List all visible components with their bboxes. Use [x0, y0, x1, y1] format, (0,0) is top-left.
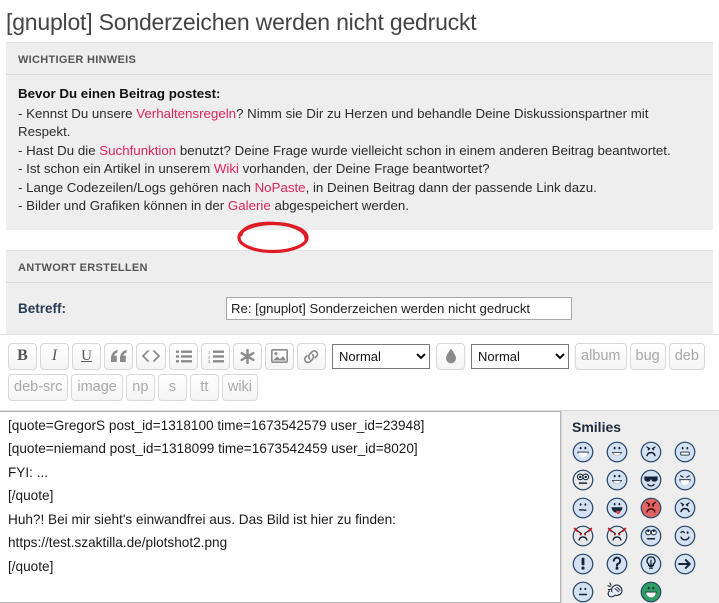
notice-text: - Lange Codezeilen/Logs gehören nach [18, 179, 255, 195]
notice-text: , in Deinen Beitrag dann der passende Li… [305, 179, 597, 195]
notice-line: - Ist schon ein Artikel in unserem Wiki … [18, 160, 701, 179]
smiley-surprised[interactable] [572, 469, 594, 491]
subject-label: Betreff: [18, 300, 67, 316]
smiley-smile[interactable] [606, 441, 628, 463]
smiley-tongue[interactable] [606, 497, 628, 519]
tt-button[interactable]: tt [189, 373, 219, 401]
notice-lead: Bevor Du einen Beitrag postest: [18, 86, 221, 101]
smiley-exclamation[interactable] [572, 553, 594, 575]
font-size-select[interactable]: Normal [332, 343, 430, 369]
smilies-panel: Smilies [561, 410, 719, 603]
smiley-tongue-grin[interactable] [674, 441, 696, 463]
bold-button[interactable]: B [8, 342, 37, 370]
np-button[interactable]: np [125, 373, 155, 401]
smiley-neutral2[interactable] [572, 581, 594, 603]
bug-button[interactable]: bug [629, 342, 666, 370]
notice-text: - Kennst Du unsere [18, 105, 137, 121]
message-textarea[interactable] [0, 410, 561, 603]
smilies-title: Smilies [572, 418, 622, 435]
notice-text: benutzt? Deine Frage wurde vielleicht sc… [176, 142, 671, 158]
notice-text: - Bilder und Grafiken können in der [18, 198, 228, 213]
deb-button[interactable]: deb [668, 342, 705, 370]
smiley-sad2[interactable] [674, 497, 696, 519]
underline-button[interactable]: U [72, 342, 101, 370]
notice-link-nopaste[interactable]: NoPaste [255, 180, 306, 195]
compose-reply-panel: ANTWORT ERSTELLEN Betreff: B I U 123 Normal N… [0, 249, 719, 603]
notice-line: - Bilder und Grafiken können in der Gale… [18, 197, 701, 216]
italic-button-label: I [51, 347, 58, 364]
page-title: [gnuplot] Sonderzeichen werden nicht ged… [6, 9, 477, 35]
smiley-angry[interactable] [640, 497, 662, 519]
svg-text:3: 3 [208, 359, 211, 363]
asterisk-icon[interactable] [233, 342, 262, 370]
s-button[interactable]: s [157, 373, 187, 401]
smiley-laugh[interactable] [674, 469, 696, 491]
deb-src-button[interactable]: deb-src [8, 373, 69, 401]
notice-text: - Ist schon ein Artikel in unserem [18, 161, 214, 176]
subject-input[interactable] [226, 296, 572, 320]
quote-icon[interactable] [104, 342, 133, 370]
notice-text: abgespeichert werden. [270, 198, 410, 213]
wiki-button[interactable]: wiki [221, 373, 259, 401]
unordered-list-icon[interactable] [169, 342, 198, 370]
editor-toolbar-row-2: deb-src image np s tt wiki [0, 373, 719, 411]
ordered-list-icon[interactable]: 123 [201, 342, 230, 370]
notice-line: - Kennst Du unsere Verhaltensregeln? Nim… [18, 105, 701, 142]
smiley-neutral[interactable] [606, 469, 628, 491]
smiley-question[interactable] [606, 553, 628, 575]
editor-zone: B I U 1 2 3 Normal Normal album bug deb deb-src ima… [0, 333, 719, 603]
font-size-select[interactable]: Normal [471, 343, 569, 369]
compose-header: ANTWORT ERSTELLEN [6, 251, 713, 283]
smiley-devil-red[interactable] [572, 525, 594, 547]
underline-button-label: U [81, 347, 92, 364]
link-icon[interactable] [297, 342, 326, 370]
image-icon[interactable] [265, 342, 294, 370]
notice-body: Bevor Du einen Beitrag postest: - Kennst… [6, 75, 713, 230]
notice-link-suchfunktion[interactable]: Suchfunktion [99, 143, 176, 158]
notice-link-galerie[interactable]: Galerie [228, 198, 271, 213]
smiley-clap[interactable] [606, 581, 628, 603]
notice-text: - Hast Du die [18, 142, 100, 158]
bold-button-label: B [17, 347, 28, 364]
smiley-grin[interactable] [572, 441, 594, 463]
smiley-sad[interactable] [640, 441, 662, 463]
smiley-confused[interactable] [572, 497, 594, 519]
smilies-grid [572, 441, 719, 603]
smiley-green-grin[interactable] [640, 581, 662, 603]
notice-header: WICHTIGER HINWEIS [6, 43, 713, 75]
smiley-wink[interactable] [674, 525, 696, 547]
smiley-rolleyes[interactable] [640, 525, 662, 547]
smiley-arrow[interactable] [674, 553, 696, 575]
code-icon[interactable] [136, 342, 166, 370]
smiley-cool[interactable] [640, 469, 662, 491]
editor-toolbar-row-1: B I U 1 2 3 Normal Normal album bug deb [0, 334, 719, 374]
notice-line: - Lange Codezeilen/Logs gehören nach NoP… [18, 179, 701, 198]
notice-link-wiki[interactable]: Wiki [214, 161, 239, 176]
important-notice-panel: WICHTIGER HINWEIS Bevor Du einen Beitrag… [0, 42, 719, 254]
notice-link-verhaltensregeln[interactable]: Verhaltensregeln [136, 106, 236, 121]
subject-row: Betreff: [6, 282, 713, 334]
notice-line-list: - Kennst Du unsere Verhaltensregeln? Nim… [18, 105, 701, 216]
editor-split: Smilies [0, 410, 719, 603]
italic-button[interactable]: I [40, 342, 69, 370]
color-droplet-icon[interactable] [436, 342, 465, 370]
image-button[interactable]: image [71, 373, 123, 401]
smiley-idea[interactable] [640, 553, 662, 575]
notice-line: - Hast Du die Suchfunktion benutzt? Dein… [18, 142, 701, 161]
smiley-devil-grey[interactable] [606, 525, 628, 547]
album-button[interactable]: album [575, 342, 627, 370]
notice-text: vorhanden, der Deine Frage beantwortet? [238, 161, 490, 176]
